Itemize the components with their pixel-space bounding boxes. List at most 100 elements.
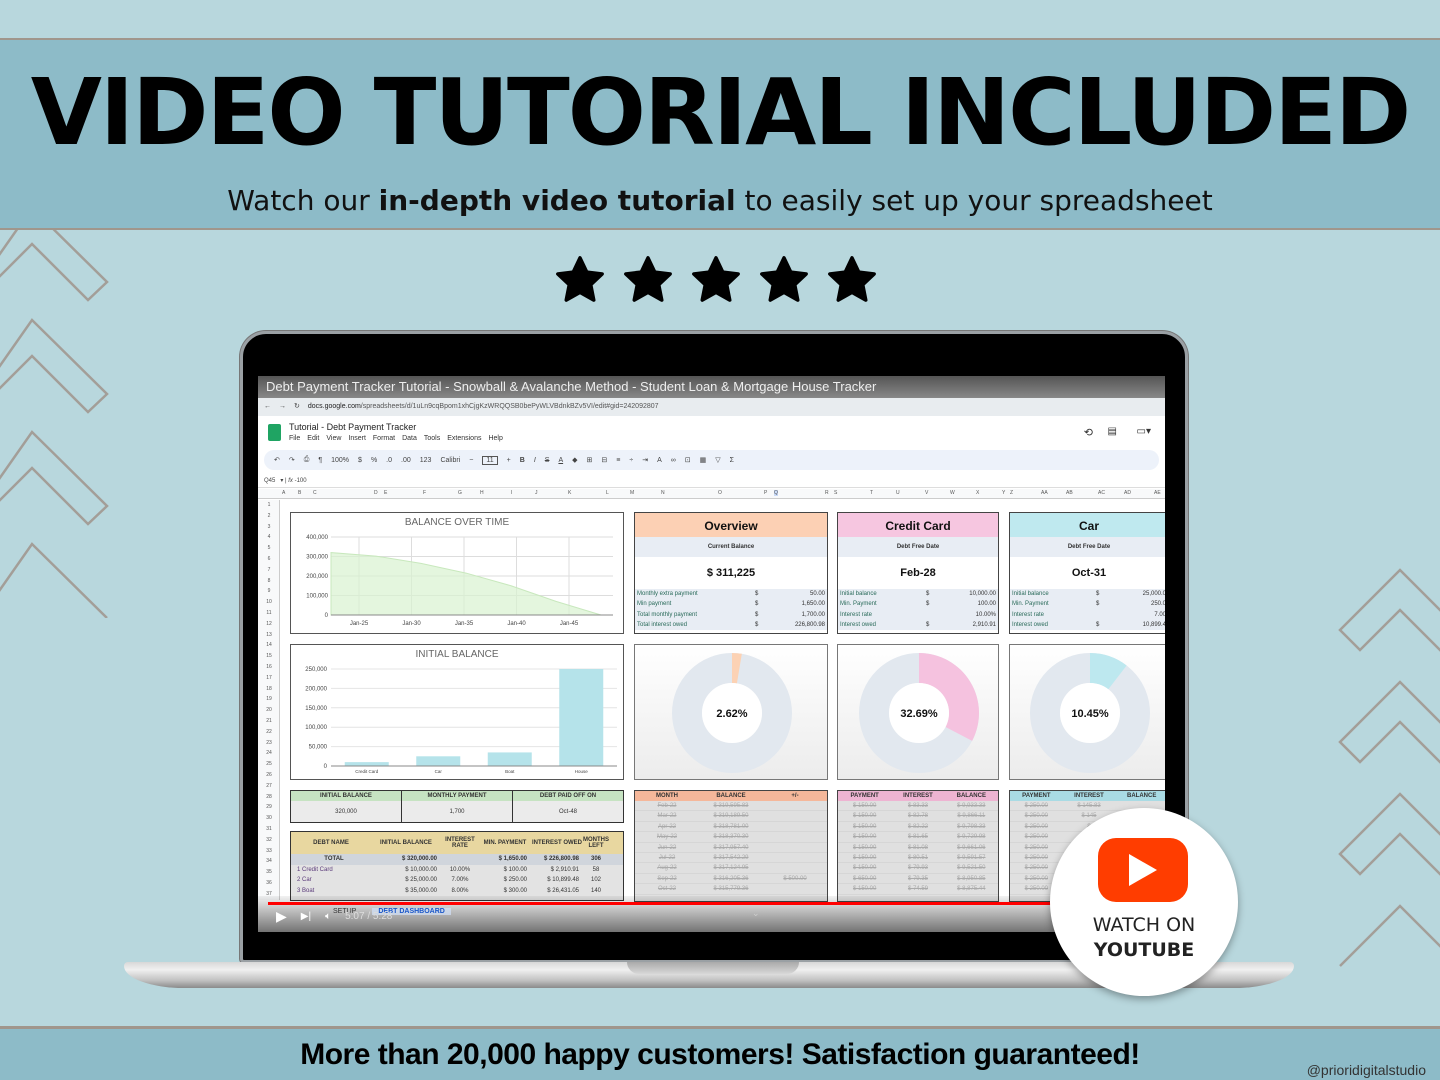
credit-card-schedule: PAYMENT INTEREST BALANCE $ 150.00 $ 83.33 $ 9… (837, 790, 999, 902)
decimal-decrease-button[interactable]: .0 (386, 457, 392, 464)
menu-item-file[interactable]: File (289, 435, 300, 442)
redo-icon[interactable]: ↷ (289, 456, 295, 464)
strikethrough-button[interactable]: S (545, 457, 550, 464)
progress-bar[interactable] (268, 902, 1136, 905)
schedule-cell (763, 801, 827, 810)
row-header: 33 (266, 847, 272, 854)
star-icon (828, 256, 876, 302)
car-donut[interactable]: 10.45% (1009, 644, 1165, 780)
font-select[interactable]: Calibri (440, 457, 460, 464)
overview-schedule: MONTH BALANCE +/- Feb-22 $ 319,595.83 Mar-22 $… (634, 790, 828, 902)
valign-icon[interactable]: ÷ (629, 457, 633, 464)
align-icon[interactable]: ≡ (616, 457, 620, 464)
forward-icon[interactable]: → (279, 398, 286, 416)
sheets-app-bar: Tutorial - Debt Payment Tracker File Edit… (258, 416, 1165, 448)
decimal-increase-button[interactable]: .00 (401, 457, 411, 464)
x-tick-label: House (575, 769, 589, 774)
card-title: Credit Card (838, 513, 998, 537)
card-row: Interest owed $2,910.91 (838, 620, 998, 630)
undo-icon[interactable]: ↶ (274, 456, 280, 464)
cell-min: $ 250.00 (503, 877, 527, 883)
schedule-cell: $ 80.51 (907, 854, 928, 861)
video-title[interactable]: Debt Payment Tracker Tutorial - Snowball… (258, 376, 1165, 398)
italic-button[interactable]: I (534, 457, 536, 464)
balance-over-time-chart[interactable]: BALANCE OVER TIME 0 100,000 200,000 300,000… (290, 512, 624, 634)
schedule-cell: Mar-22 (657, 813, 677, 820)
insert-chart-icon[interactable]: ▦ (700, 456, 707, 464)
column-header: I (511, 490, 513, 496)
debt-table: DEBT NAME INITIAL BALANCE INTEREST RATE MIN… (290, 831, 624, 901)
filter-icon[interactable]: ▽ (715, 456, 720, 464)
currency-button[interactable]: $ (358, 457, 362, 464)
reload-icon[interactable]: ↻ (294, 398, 300, 416)
time-current: 5:07 (345, 911, 365, 922)
cell-min: $ 300.00 (503, 887, 527, 894)
schedule-cell: $ 318,781.00 (713, 823, 749, 830)
play-icon[interactable]: ▶ (276, 908, 287, 925)
merge-icon[interactable]: ⊟ (601, 456, 607, 464)
schedule-cell: $ 150.00 (852, 823, 877, 830)
menu-item-insert[interactable]: Insert (348, 435, 366, 442)
print-icon[interactable]: ⎙ (304, 456, 310, 464)
x-tick-label: Jan-40 (507, 621, 526, 627)
debt-table-header: DEBT NAME INITIAL BALANCE INTEREST RATE MIN… (291, 832, 623, 854)
rotate-icon[interactable]: A (657, 457, 662, 464)
font-size-decrease[interactable]: − (469, 457, 473, 464)
paint-format-icon[interactable]: ¶ (318, 457, 322, 464)
column-header: T (870, 490, 874, 496)
url-text[interactable]: docs.google.com/spreadsheets/d/1uLn9cqBp… (308, 398, 659, 416)
insert-comment-icon[interactable]: ⊡ (685, 456, 691, 464)
browser-url-bar[interactable]: ← → ↻ docs.google.com/spreadsheets/d/1uL… (258, 398, 1165, 416)
schedule-row: $ 150.00 $ 74.59 $ 8,875.44 (838, 884, 998, 895)
initial-balance-chart[interactable]: INITIAL BALANCE 0 50,000 100,000 150,000 200… (290, 644, 624, 780)
overview-donut[interactable]: 2.62% (634, 644, 828, 780)
menu-item-view[interactable]: View (326, 435, 341, 442)
star-icon (692, 256, 740, 302)
menu-item-tools[interactable]: Tools (424, 435, 440, 442)
page-subheadline: Watch our in-depth video tutorial to eas… (0, 184, 1440, 218)
number-format-button[interactable]: 123 (420, 457, 432, 464)
back-icon[interactable]: ← (264, 398, 271, 416)
credit-card-donut[interactable]: 32.69% (837, 644, 999, 780)
schedule-cell: $ 81.65 (907, 834, 928, 841)
bar-car (416, 756, 461, 766)
menu-item-format[interactable]: Format (373, 435, 395, 442)
watch-on-youtube-badge[interactable]: WATCH ON YOUTUBE (1050, 808, 1238, 996)
functions-icon[interactable]: Σ (730, 457, 734, 464)
row-label: Total interest owed (637, 621, 688, 628)
volume-icon[interactable]: 🔈︎ (325, 911, 331, 922)
schedule-row: $ 150.00 $ 81.65 $ 9,729.98 (838, 832, 998, 843)
meet-icon[interactable]: ▭▾ (1137, 426, 1151, 437)
zoom-select[interactable]: 100% (331, 457, 349, 464)
menu-item-help[interactable]: Help (488, 435, 502, 442)
history-icon[interactable]: ⟲ (1084, 426, 1093, 439)
url-domain: docs.google.com (307, 403, 361, 410)
next-icon[interactable]: ▶| (301, 911, 311, 922)
row-header: 11 (266, 610, 272, 616)
sheets-logo-icon[interactable] (268, 424, 281, 441)
bold-button[interactable]: B (520, 457, 525, 464)
row-headers: 1 2 3 4 5 6 7 8 9 10 11 12 13 14 15 16 17 18 19 20 21 22 23 24 2… (258, 500, 280, 900)
cell-name: 1 Credit Card (297, 866, 333, 873)
schedule-header: PAYMENT INTEREST BALANCE (1010, 791, 1165, 801)
row-value: 25,000.0 (1142, 591, 1165, 597)
formula-input[interactable]: -100 (295, 478, 307, 484)
menu-item-edit[interactable]: Edit (307, 435, 319, 442)
document-title[interactable]: Tutorial - Debt Payment Tracker (289, 422, 416, 432)
font-size-increase[interactable]: + (507, 457, 511, 464)
chevron-down-icon[interactable]: ⌄ (752, 908, 760, 919)
menu-item-data[interactable]: Data (402, 435, 417, 442)
text-color-button[interactable]: A (558, 457, 563, 464)
formula-bar[interactable]: Q45 ▾ | fx -100 (258, 474, 1165, 488)
video-player[interactable]: Debt Payment Tracker Tutorial - Snowball… (258, 376, 1165, 932)
link-icon[interactable]: ∞ (671, 457, 676, 464)
menu-item-extensions[interactable]: Extensions (447, 435, 481, 442)
borders-icon[interactable]: ⊞ (587, 456, 593, 464)
font-size-input[interactable]: 11 (482, 455, 498, 465)
fill-color-icon[interactable]: ◆ (572, 456, 577, 464)
name-box[interactable]: Q45 (264, 478, 275, 484)
comment-icon[interactable]: ▤ (1108, 426, 1117, 437)
percent-button[interactable]: % (371, 457, 377, 464)
column-header: E (384, 490, 388, 496)
wrap-icon[interactable]: ⇥ (642, 456, 648, 464)
